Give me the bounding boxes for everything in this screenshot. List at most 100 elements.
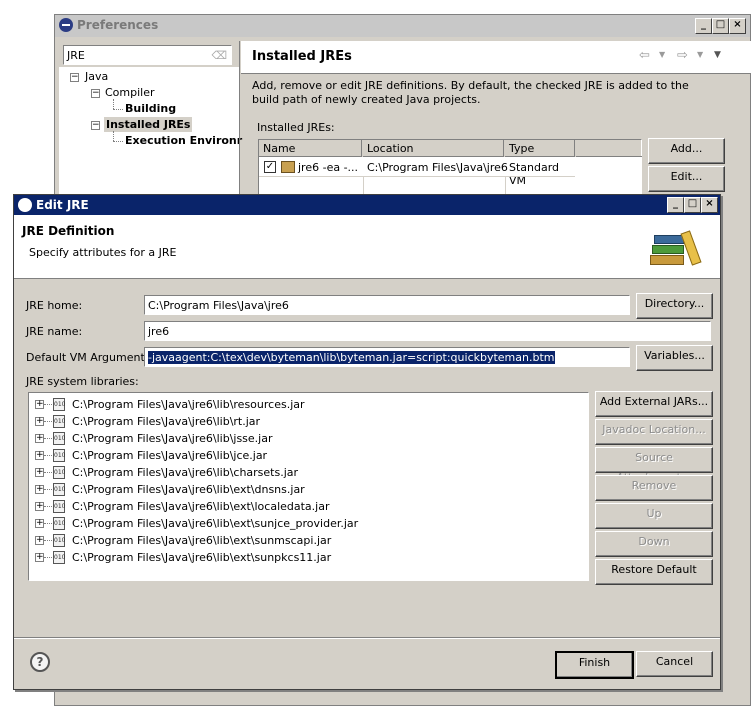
close-button[interactable]: ×: [701, 197, 718, 213]
library-row[interactable]: +010 C:\Program Files\Java\jre6\lib\chars…: [29, 464, 569, 481]
down-button[interactable]: Down: [595, 531, 713, 557]
library-row[interactable]: +010 C:\Program Files\Java\jre6\lib\jsse.…: [29, 430, 569, 447]
expand-icon[interactable]: +: [35, 536, 44, 545]
jar-file-icon: 010: [53, 432, 65, 445]
jre-type-cell: Standard VM: [509, 161, 560, 187]
collapse-icon[interactable]: −: [91, 89, 100, 98]
library-path: C:\Program Files\Java\jre6\lib\ext\sunpk…: [72, 551, 332, 564]
forward-arrow-icon[interactable]: ⇨: [677, 48, 688, 63]
view-menu-icon[interactable]: ▼: [714, 50, 721, 60]
jar-file-icon: 010: [53, 500, 65, 513]
jar-file-icon: 010: [53, 466, 65, 479]
vm-args-selected-text: -javaagent:C:\tex\dev\byteman\lib\bytema…: [148, 351, 555, 364]
restore-default-button[interactable]: Restore Default: [595, 559, 713, 585]
back-arrow-icon[interactable]: ⇦: [639, 48, 650, 63]
library-path: C:\Program Files\Java\jre6\lib\ext\sunjc…: [72, 517, 359, 530]
collapse-icon[interactable]: −: [70, 73, 79, 82]
installed-jres-label: Installed JREs:: [257, 121, 335, 134]
edit-jre-titlebar[interactable]: Edit JRE _ □ ×: [14, 195, 720, 215]
page-title: Installed JREs: [252, 49, 352, 64]
jar-file-icon: 010: [53, 534, 65, 547]
expand-icon[interactable]: +: [35, 434, 44, 443]
eclipse-icon: [59, 18, 73, 32]
clear-filter-icon[interactable]: ⌫: [211, 49, 227, 62]
jar-file-icon: 010: [53, 517, 65, 530]
library-row[interactable]: +010 C:\Program Files\Java\jre6\lib\resou…: [29, 396, 569, 413]
add-jre-button[interactable]: Add...: [648, 138, 725, 164]
forward-menu-icon[interactable]: ▼: [697, 50, 703, 59]
jre-name-label: JRE name:: [26, 325, 83, 338]
back-menu-icon[interactable]: ▼: [659, 50, 665, 59]
table-row[interactable]: ✓ jre6 -ea -... C:\Program Files\Java\jr…: [259, 158, 575, 187]
library-path: C:\Program Files\Java\jre6\lib\ext\sunms…: [72, 534, 332, 547]
default-jre-checkbox[interactable]: ✓: [264, 161, 276, 173]
javadoc-location-button[interactable]: Javadoc Location...: [595, 419, 713, 445]
page-header: Installed JREs ⇦ ▼ ⇨ ▼ ▼: [241, 41, 751, 73]
edit-jre-dialog: Edit JRE _ □ × JRE Definition Specify at…: [13, 194, 721, 690]
books-icon: [650, 225, 710, 275]
expand-icon[interactable]: +: [35, 417, 44, 426]
filter-input[interactable]: JRE ⌫: [63, 45, 232, 65]
preferences-titlebar[interactable]: Preferences _ □ ×: [55, 15, 750, 37]
jar-file-icon: 010: [53, 483, 65, 496]
preferences-tree: − Java − Compiler Building − Installed J…: [59, 67, 242, 197]
jre-name-cell: jre6 -ea -...: [298, 161, 359, 174]
expand-icon[interactable]: +: [35, 400, 44, 409]
edit-jre-title: Edit JRE: [36, 198, 89, 212]
library-path: C:\Program Files\Java\jre6\lib\resources…: [72, 398, 305, 411]
vm-args-input[interactable]: -javaagent:C:\tex\dev\byteman\lib\bytema…: [144, 347, 630, 367]
source-attachment-button[interactable]: Source Attachment...: [595, 447, 713, 484]
minimize-button[interactable]: _: [695, 18, 712, 34]
library-row[interactable]: +010 C:\Program Files\Java\jre6\lib\ext\s…: [29, 515, 569, 532]
tree-item-java[interactable]: Java: [85, 70, 108, 83]
library-row[interactable]: +010 C:\Program Files\Java\jre6\lib\ext\d…: [29, 481, 569, 498]
tree-item-execution-environments[interactable]: Execution Environr: [125, 134, 242, 147]
expand-icon[interactable]: +: [35, 451, 44, 460]
library-row[interactable]: +010 C:\Program Files\Java\jre6\lib\ext\s…: [29, 532, 569, 549]
table-header: Name Location Type: [259, 140, 642, 157]
column-header-name[interactable]: Name: [259, 140, 362, 157]
library-row[interactable]: +010 C:\Program Files\Java\jre6\lib\ext\s…: [29, 549, 569, 566]
filter-value: JRE: [67, 49, 85, 62]
remove-button[interactable]: Remove: [595, 475, 713, 501]
cancel-button[interactable]: Cancel: [636, 651, 713, 677]
help-icon[interactable]: ?: [30, 652, 50, 672]
minimize-button[interactable]: _: [667, 197, 684, 213]
vm-args-label: Default VM Arguments:: [26, 351, 155, 364]
close-button[interactable]: ×: [729, 18, 746, 34]
variables-button[interactable]: Variables...: [636, 345, 713, 371]
jre-home-input[interactable]: C:\Program Files\Java\jre6: [144, 295, 630, 315]
library-row[interactable]: +010 C:\Program Files\Java\jre6\lib\ext\l…: [29, 498, 569, 515]
expand-icon[interactable]: +: [35, 553, 44, 562]
jre-location-cell: C:\Program Files\Java\jre6: [367, 161, 508, 174]
finish-button[interactable]: Finish: [555, 651, 634, 679]
tree-item-installed-jres[interactable]: Installed JREs: [104, 117, 193, 132]
column-header-location[interactable]: Location: [363, 140, 504, 157]
header-title: JRE Definition: [22, 224, 115, 238]
maximize-button[interactable]: □: [684, 197, 701, 213]
edit-jre-button[interactable]: Edit...: [648, 166, 725, 192]
library-row[interactable]: +010 C:\Program Files\Java\jre6\lib\rt.ja…: [29, 413, 569, 430]
expand-icon[interactable]: +: [35, 502, 44, 511]
expand-icon[interactable]: +: [35, 485, 44, 494]
library-path: C:\Program Files\Java\jre6\lib\charsets.…: [72, 466, 299, 479]
library-path: C:\Program Files\Java\jre6\lib\rt.jar: [72, 415, 261, 428]
maximize-button[interactable]: □: [712, 18, 729, 34]
add-external-jars-button[interactable]: Add External JARs...: [595, 391, 713, 417]
collapse-icon[interactable]: −: [91, 121, 100, 130]
dialog-header: JRE Definition Specify attributes for a …: [14, 215, 720, 278]
libraries-tree[interactable]: +010 C:\Program Files\Java\jre6\lib\resou…: [28, 392, 589, 581]
tree-item-compiler[interactable]: Compiler: [105, 86, 155, 99]
jre-name-input[interactable]: jre6: [144, 321, 711, 341]
expand-icon[interactable]: +: [35, 468, 44, 477]
library-row[interactable]: +010 C:\Program Files\Java\jre6\lib\jce.j…: [29, 447, 569, 464]
jres-table[interactable]: Name Location Type ✓ jre6 -ea -... C:\Pr…: [258, 139, 642, 195]
eclipse-icon: [18, 198, 32, 212]
expand-icon[interactable]: +: [35, 519, 44, 528]
header-subtitle: Specify attributes for a JRE: [29, 246, 177, 259]
column-header-type[interactable]: Type: [505, 140, 575, 157]
up-button[interactable]: Up: [595, 503, 713, 529]
directory-button[interactable]: Directory...: [636, 293, 713, 319]
tree-item-building[interactable]: Building: [125, 102, 176, 115]
library-path: C:\Program Files\Java\jre6\lib\jce.jar: [72, 449, 268, 462]
